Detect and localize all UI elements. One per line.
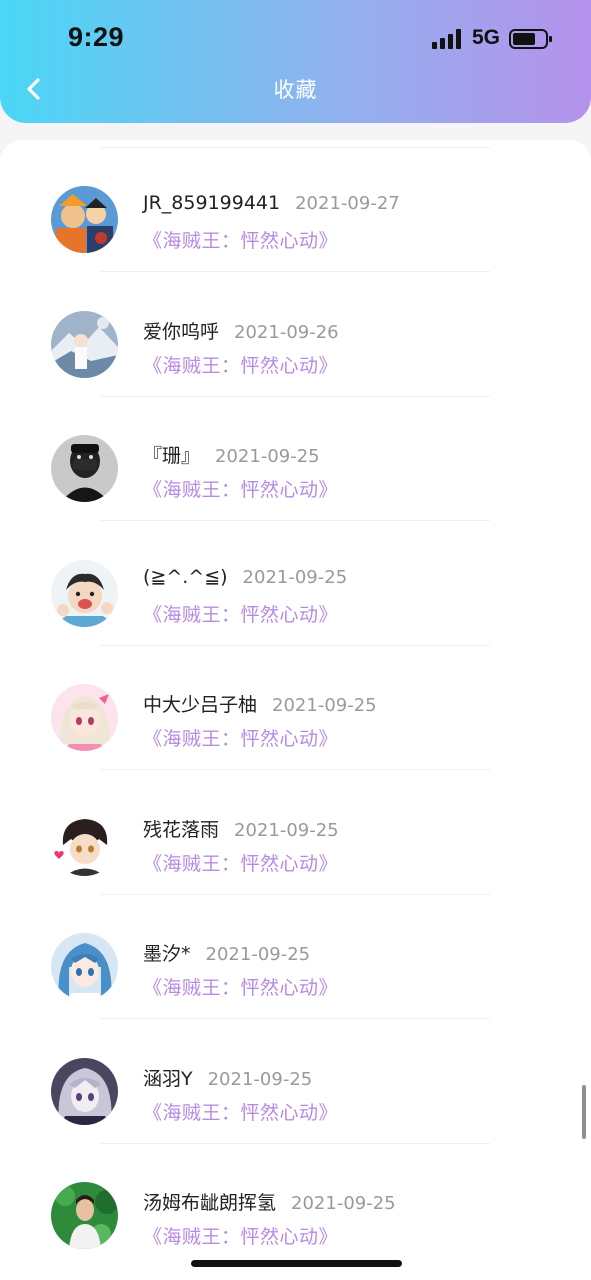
favorite-date: 2021-09-25 [234,819,339,841]
anime-group-avatar[interactable] [51,186,118,253]
anime-girl-blue-avatar[interactable] [51,933,118,1000]
name-row: 中大少吕子柚 2021-09-25 [143,690,377,717]
name-row: 爱你呜呼 2021-09-26 [143,317,339,344]
network-label: 5G [472,26,501,49]
scenery-avatar[interactable] [51,310,118,378]
favorite-item[interactable]: 『珊』 2021-09-25 《海贼王：怦然心动》 [0,389,591,521]
book-title-link[interactable]: 《海贼王：怦然心动》 [143,475,338,502]
home-indicator[interactable] [191,1260,402,1267]
favorite-date: 2021-09-25 [242,566,348,588]
username[interactable]: 汤姆布龇朗挥氢 [143,1192,276,1214]
header: 9:29 5G 收藏 [0,0,591,123]
username[interactable]: 『珊』 [143,445,200,467]
name-row: 汤姆布龇朗挥氢 2021-09-25 [143,1188,396,1215]
username[interactable]: JR_859199441 [143,192,280,214]
green-photo-avatar[interactable] [51,1182,118,1249]
nav-bar: 收藏 [0,66,591,112]
favorite-item[interactable]: (≧^.^≦) 2021-09-25 《海贼王：怦然心动》 [0,514,591,646]
book-title-link[interactable]: 《海贼王：怦然心动》 [143,226,338,253]
book-title-link[interactable]: 《海贼王：怦然心动》 [143,1098,338,1125]
masked-person-avatar[interactable] [51,435,118,502]
favorite-date: 2021-09-25 [272,695,377,716]
favorite-date: 2021-09-25 [215,446,320,467]
name-row: JR_859199441 2021-09-27 [143,192,400,214]
book-title-link[interactable]: 《海贼王：怦然心动》 [143,1222,338,1249]
book-title-link[interactable]: 《海贼王：怦然心动》 [143,600,338,627]
favorite-date: 2021-09-25 [291,1193,396,1214]
name-row: 残花落雨 2021-09-25 [143,815,339,842]
signal-icon [432,29,464,49]
name-row: 涵羽Y 2021-09-25 [143,1064,312,1091]
favorite-item[interactable]: 涵羽Y 2021-09-25 《海贼王：怦然心动》 [0,1012,591,1144]
book-title-link[interactable]: 《海贼王：怦然心动》 [143,973,338,1000]
anime-girl-dark-avatar[interactable] [51,1057,118,1125]
favorite-date: 2021-09-25 [205,944,311,965]
anime-boy-avatar[interactable] [51,808,118,876]
favorite-date: 2021-09-26 [234,321,339,343]
username[interactable]: 中大少吕子柚 [143,694,257,716]
scrollbar[interactable] [582,1085,586,1139]
username[interactable]: 爱你呜呼 [143,321,219,343]
favorite-item[interactable]: 中大少吕子柚 2021-09-25 《海贼王：怦然心动》 [0,638,591,770]
favorite-date: 2021-09-27 [295,193,400,214]
favorite-item[interactable]: 墨汐* 2021-09-25 《海贼王：怦然心动》 [0,887,591,1019]
book-title-link[interactable]: 《海贼王：怦然心动》 [143,849,338,876]
name-row: (≧^.^≦) 2021-09-25 [143,566,347,588]
cartoon-kid-avatar[interactable] [51,559,118,627]
page-title: 收藏 [273,78,318,102]
name-row: 墨汐* 2021-09-25 [143,939,310,966]
username[interactable]: 残花落雨 [143,819,219,841]
favorite-date: 2021-09-25 [207,1068,313,1090]
favorite-item[interactable]: JR_859199441 2021-09-27 《海贼王：怦然心动》 [0,140,591,272]
name-row: 『珊』 2021-09-25 [143,441,320,468]
favorite-item[interactable]: 爱你呜呼 2021-09-26 《海贼王：怦然心动》 [0,265,591,397]
favorites-list[interactable]: JR_859199441 2021-09-27 《海贼王：怦然心动》 爱你呜呼 2021… [0,140,591,1280]
favorite-item[interactable]: 汤姆布龇朗挥氢 2021-09-25 《海贼王：怦然心动》 [0,1136,591,1260]
username[interactable]: (≧^.^≦) [143,566,228,588]
status-bar: 9:29 5G [0,0,591,70]
battery-icon [509,28,553,50]
book-title-link[interactable]: 《海贼王：怦然心动》 [143,724,338,751]
status-time: 9:29 [68,22,125,52]
username[interactable]: 涵羽Y [143,1068,193,1090]
favorite-item[interactable]: 残花落雨 2021-09-25 《海贼王：怦然心动》 [0,763,591,895]
username[interactable]: 墨汐* [143,943,191,965]
anime-girl-pink-avatar[interactable] [51,684,118,751]
book-title-link[interactable]: 《海贼王：怦然心动》 [143,351,338,378]
